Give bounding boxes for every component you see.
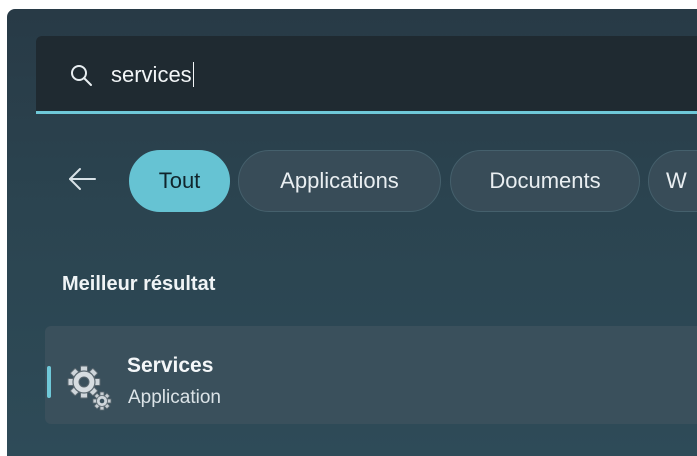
filter-chip-applications[interactable]: Applications bbox=[238, 150, 441, 212]
result-name: Services bbox=[127, 354, 214, 377]
text-caret bbox=[192, 62, 194, 87]
filter-label-web: W bbox=[666, 168, 687, 193]
search-input[interactable]: services bbox=[111, 62, 194, 88]
services-gear-icon bbox=[67, 365, 112, 411]
best-result-item[interactable]: Services Application bbox=[45, 326, 697, 424]
search-box[interactable]: services bbox=[36, 36, 697, 114]
section-title-best-result: Meilleur résultat bbox=[62, 273, 216, 295]
filter-label-applications: Applications bbox=[280, 168, 399, 193]
back-arrow-icon[interactable] bbox=[67, 167, 97, 191]
filter-label-all: Tout bbox=[158, 168, 201, 193]
result-type: Application bbox=[128, 387, 221, 408]
search-query: services bbox=[111, 62, 192, 87]
filter-chip-all[interactable]: Tout bbox=[129, 150, 230, 212]
filter-label-documents: Documents bbox=[489, 168, 601, 193]
filter-chip-documents[interactable]: Documents bbox=[450, 150, 640, 212]
selection-indicator bbox=[47, 366, 51, 398]
search-panel: services Tout Applications Documents W M… bbox=[7, 9, 697, 456]
filter-chip-web[interactable]: W bbox=[648, 150, 697, 212]
search-icon bbox=[71, 65, 92, 86]
